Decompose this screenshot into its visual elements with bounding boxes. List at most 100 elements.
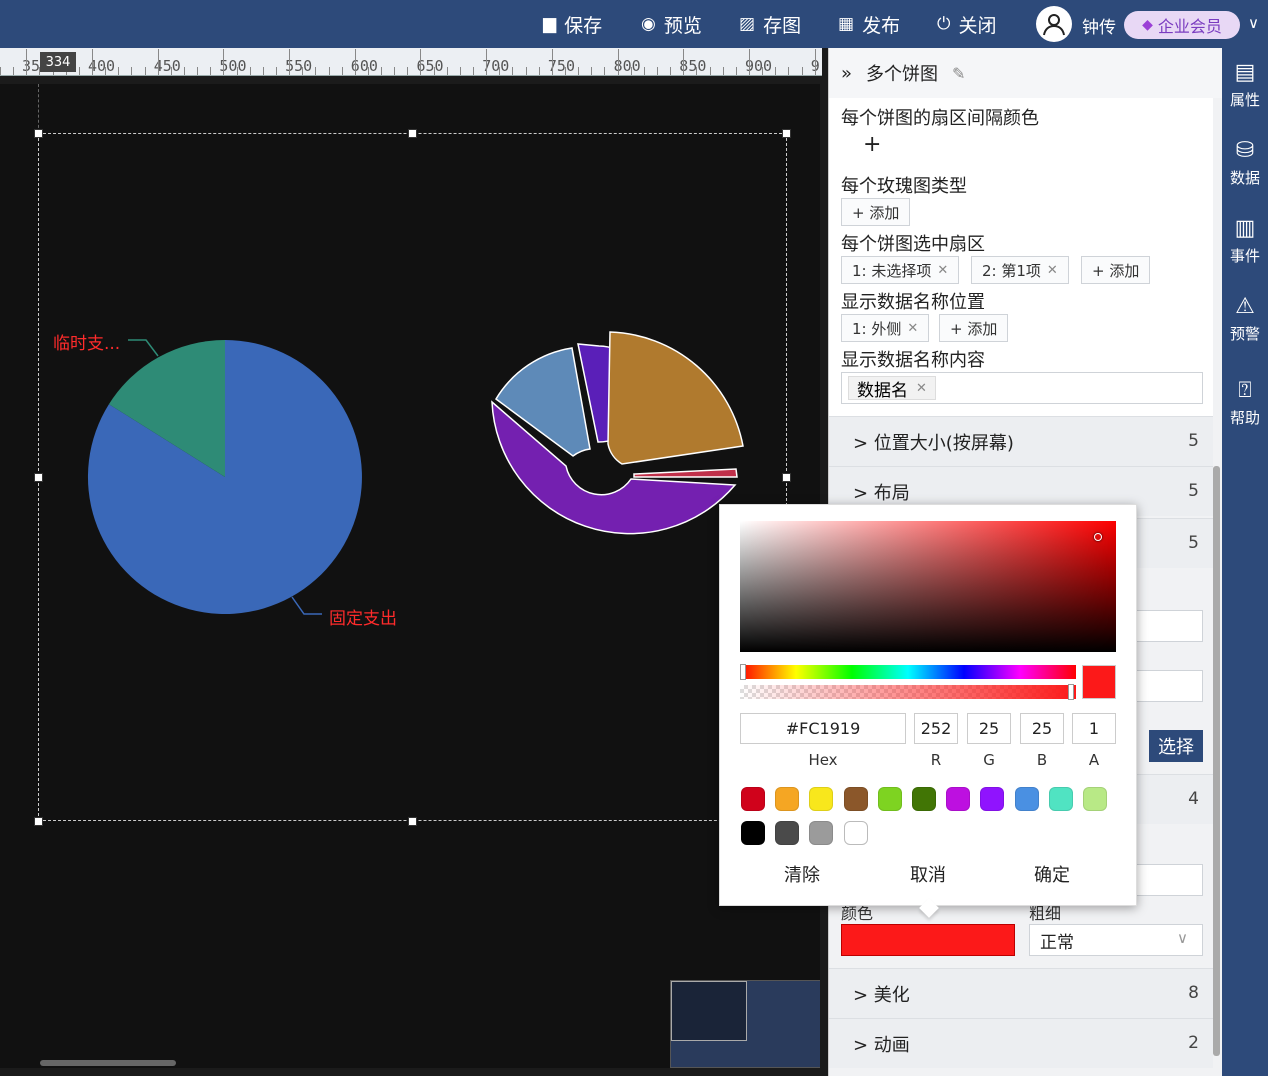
thickness-select[interactable]: 正常 ∨: [1029, 924, 1203, 956]
preset-color-swatch[interactable]: [980, 787, 1005, 811]
preset-color-swatch[interactable]: [741, 821, 765, 845]
preset-color-swatch[interactable]: [775, 821, 800, 845]
ruler-tick: [775, 67, 777, 75]
preset-color-swatch[interactable]: [1083, 787, 1107, 811]
close-button[interactable]: ⏻ 关闭: [937, 10, 996, 38]
cancel-button[interactable]: 取消: [910, 861, 946, 887]
nav-help[interactable]: ⍰ 帮助: [1222, 378, 1268, 428]
resize-handle[interactable]: [34, 129, 43, 138]
ruler-tick: [762, 67, 764, 75]
panel-scrollbar[interactable]: [1213, 466, 1220, 1056]
hue-slider-handle[interactable]: [740, 664, 746, 680]
b-input[interactable]: 25: [1020, 713, 1064, 744]
section-animation[interactable]: > 动画 2: [829, 1018, 1213, 1068]
close-icon[interactable]: ✕: [1047, 263, 1058, 278]
rose-type-label: 每个玫瑰图类型: [841, 176, 967, 197]
ruler-tick: [604, 67, 606, 75]
preset-color-swatch[interactable]: [912, 787, 936, 811]
design-canvas[interactable]: 临时支... 固定支出: [0, 84, 820, 1068]
choose-button[interactable]: 选择: [1149, 730, 1203, 762]
publish-button[interactable]: ▦ 发布: [838, 10, 900, 38]
close-icon[interactable]: ✕: [907, 321, 918, 336]
preset-color-swatch[interactable]: [1014, 787, 1039, 811]
property-list: 每个饼图的扇区间隔颜色 + 每个玫瑰图类型 + 添加 每个饼图选中扇区 1: 未…: [829, 98, 1213, 416]
minimap[interactable]: [670, 980, 820, 1068]
hue-slider[interactable]: [740, 665, 1076, 679]
dropdown-select[interactable]: [1129, 864, 1203, 896]
position-chip[interactable]: 1: 外侧 ✕: [841, 314, 930, 342]
save-button[interactable]: ▆ 保存: [543, 10, 602, 38]
membership-badge[interactable]: ◆ 企业会员: [1124, 11, 1240, 39]
ruler-tick: [118, 67, 120, 75]
horizontal-scrollbar[interactable]: [40, 1060, 176, 1066]
alarm-icon: ⚠: [1235, 294, 1255, 319]
preset-color-swatch[interactable]: [843, 821, 868, 845]
ruler-tick: [13, 67, 15, 75]
alpha-slider[interactable]: [740, 685, 1076, 699]
section-beautify[interactable]: > 美化 8: [829, 968, 1213, 1018]
dropdown-select[interactable]: [1129, 610, 1203, 642]
resize-handle[interactable]: [782, 129, 791, 138]
preset-color-swatch[interactable]: [809, 787, 834, 811]
close-icon[interactable]: ✕: [937, 263, 948, 278]
nav-alert[interactable]: ⚠ 预警: [1222, 294, 1268, 344]
nav-events[interactable]: ▥ 事件: [1222, 216, 1268, 266]
hex-input[interactable]: #FC1919: [740, 713, 906, 744]
add-position-button[interactable]: + 添加: [939, 314, 1009, 342]
resize-handle[interactable]: [408, 129, 417, 138]
save-image-button[interactable]: ▨ 存图: [739, 10, 801, 38]
nav-properties[interactable]: ▤ 属性: [1222, 60, 1268, 110]
resize-handle[interactable]: [34, 817, 43, 826]
resize-handle[interactable]: [408, 817, 417, 826]
preset-color-swatch[interactable]: [877, 787, 902, 811]
clear-button[interactable]: 清除: [784, 861, 820, 887]
preset-color-swatch[interactable]: [741, 787, 765, 811]
preset-color-swatch[interactable]: [946, 787, 971, 811]
ruler-tick: [144, 67, 146, 75]
g-input[interactable]: 25: [967, 713, 1011, 744]
sector-chip[interactable]: 2: 第1项 ✕: [971, 256, 1069, 284]
section-position-size[interactable]: > 位置大小(按屏幕) 5: [829, 416, 1213, 466]
minimap-viewport[interactable]: [671, 981, 747, 1041]
ruler-tick: [197, 67, 199, 75]
alpha-slider-handle[interactable]: [1068, 684, 1074, 700]
add-rose-type-button[interactable]: + 添加: [841, 198, 911, 226]
preset-color-swatch[interactable]: [809, 821, 834, 845]
ruler-tick: [0, 67, 1, 75]
saturation-panel[interactable]: [740, 521, 1116, 652]
chevron-down-icon[interactable]: ∨: [1248, 14, 1259, 32]
ruler-tick: [289, 49, 291, 75]
preview-button[interactable]: ◉ 预览: [641, 10, 702, 38]
preset-color-swatch[interactable]: [843, 787, 868, 811]
g-label: G: [983, 751, 995, 769]
resize-handle[interactable]: [782, 473, 791, 482]
confirm-button[interactable]: 确定: [1034, 861, 1070, 887]
dropdown-select[interactable]: [1129, 670, 1203, 702]
saturation-handle[interactable]: [1094, 533, 1102, 541]
preset-color-swatch[interactable]: [1048, 787, 1073, 811]
r-input[interactable]: 252: [914, 713, 958, 744]
b-label: B: [1036, 751, 1048, 769]
add-gap-color-button[interactable]: +: [863, 132, 881, 157]
name-content-select[interactable]: 数据名 ✕: [841, 372, 1203, 404]
nav-data[interactable]: ⛁ 数据: [1222, 138, 1268, 188]
name-position-label: 显示数据名称位置: [841, 292, 985, 313]
ruler-tick: [249, 67, 251, 75]
add-selected-sector-button[interactable]: + 添加: [1081, 256, 1151, 284]
close-icon[interactable]: ✕: [916, 381, 927, 396]
ruler-tick: [394, 67, 396, 75]
horizontal-ruler[interactable]: 354004505005506006507007508008509009334: [0, 48, 822, 76]
hex-label: Hex: [808, 751, 838, 769]
a-input[interactable]: 1: [1072, 713, 1116, 744]
sector-chip[interactable]: 1: 未选择项 ✕: [841, 256, 960, 284]
ruler-tick: [735, 67, 737, 75]
edit-icon[interactable]: ✎: [952, 64, 965, 83]
collapse-icon[interactable]: »: [841, 63, 852, 84]
avatar[interactable]: [1036, 6, 1072, 42]
color-swatch-field[interactable]: [841, 924, 1015, 956]
preview-icon: ◉: [641, 14, 656, 34]
preset-color-swatch[interactable]: [775, 787, 800, 811]
selection-box[interactable]: [38, 133, 787, 821]
resize-handle[interactable]: [34, 473, 43, 482]
ruler-tick: [446, 67, 448, 75]
